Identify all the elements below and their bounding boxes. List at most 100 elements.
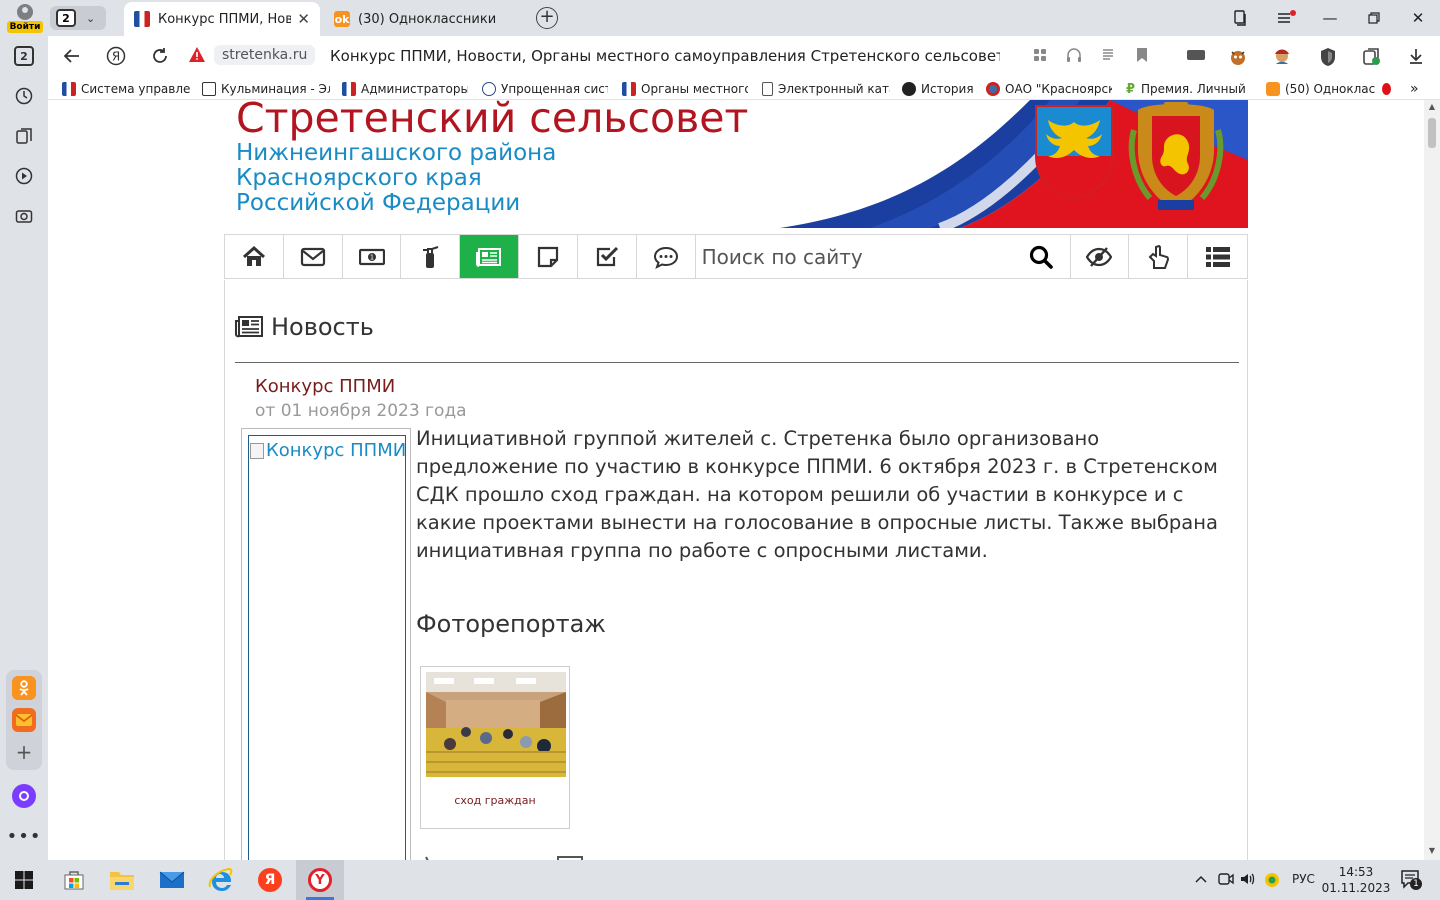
search-input[interactable] (695, 235, 1016, 278)
menu-safety[interactable] (401, 235, 461, 278)
download-icon[interactable] (1406, 47, 1426, 67)
tab-counter-button[interactable]: 2 ⌄ (50, 6, 106, 30)
menu-contacts[interactable] (284, 235, 343, 278)
menu-news[interactable] (460, 235, 520, 278)
close-tab-icon[interactable]: ✕ (297, 10, 310, 28)
reload-button[interactable] (148, 44, 172, 68)
krasnoyarsk-coat-of-arms-icon (1128, 102, 1224, 210)
internet-explorer-icon[interactable] (206, 866, 234, 894)
bookmark-item[interactable]: ОАО "Красноярск (986, 80, 1112, 98)
headphones-icon[interactable] (1064, 47, 1084, 67)
close-window-button[interactable]: ✕ (1396, 0, 1440, 36)
screenshot-icon[interactable] (14, 206, 34, 226)
scroll-down-arrow-icon[interactable]: ▼ (1428, 846, 1436, 855)
bookmark-item[interactable]: Система управлен (62, 80, 190, 98)
bookmark-item[interactable]: Администраторы (342, 80, 468, 98)
photo-thumbnail-image[interactable] (426, 672, 566, 777)
login-button[interactable]: Войти (6, 2, 44, 34)
history-icon[interactable] (14, 86, 34, 106)
shield-icon[interactable] (1318, 47, 1338, 67)
reader-mode-icon[interactable] (1098, 47, 1118, 67)
site-subtitle-line: Нижнеингашского района (236, 140, 557, 166)
vertical-scrollbar[interactable]: ▲ ▼ (1424, 100, 1440, 860)
article-date: от 01 ноября 2023 года (255, 401, 467, 421)
article-image[interactable]: Конкурс ППМИ (248, 435, 406, 860)
notifications-icon[interactable]: 1 (1400, 869, 1422, 892)
article-title[interactable]: Конкурс ППМИ (255, 376, 395, 397)
menu-icon[interactable] (1264, 0, 1308, 36)
extension-character-icon[interactable] (1272, 47, 1292, 67)
play-icon[interactable] (14, 166, 34, 186)
section-title: Новость (271, 313, 374, 341)
broken-image: Конкурс ППМИ (250, 440, 406, 461)
bookmark-red-icon[interactable] (1382, 80, 1396, 98)
new-tab-button[interactable]: + (536, 7, 558, 29)
site-search (695, 235, 1071, 278)
scrollbar-thumb[interactable] (1428, 118, 1436, 148)
menu-documents[interactable] (578, 235, 637, 278)
bookmark-item[interactable]: Упрощенная сист (482, 80, 608, 98)
user-avatar-icon (17, 4, 33, 20)
store-icon[interactable] (60, 866, 88, 894)
bookmark-item[interactable]: Органы местного (622, 80, 748, 98)
more-icon[interactable]: ••• (7, 826, 41, 847)
menu-finance[interactable]: 1 (343, 235, 402, 278)
bookmark-item[interactable]: Кульминация - Эл (202, 80, 330, 98)
screen-icon[interactable] (1186, 47, 1206, 67)
search-icon[interactable] (1028, 244, 1054, 270)
photo-report-title: Фоторепортаж (416, 610, 606, 638)
yandex-app-icon[interactable]: Y (306, 866, 334, 894)
globe-icon (482, 82, 496, 96)
extensions-icon[interactable] (1030, 47, 1050, 67)
tab-stretenka[interactable]: Конкурс ППМИ, Новос ✕ (124, 2, 320, 36)
network-status-icon[interactable] (1264, 872, 1280, 891)
bookmark-icon[interactable] (1132, 47, 1152, 67)
tray-chevron-up-icon[interactable] (1194, 872, 1208, 889)
url-page-title[interactable]: Конкурс ППМИ, Новости, Органы местного с… (330, 47, 1000, 65)
windows-start-icon[interactable] (10, 866, 38, 894)
page-viewport: Стретенский сельсовет Нижнеингашского ра… (48, 100, 1424, 860)
security-warning-icon[interactable] (188, 46, 206, 64)
url-domain[interactable]: stretenka.ru (214, 45, 316, 65)
menu-home[interactable] (225, 235, 284, 278)
photo-caption[interactable]: сход граждан (421, 794, 569, 807)
collections-icon[interactable] (1362, 47, 1382, 67)
site-title[interactable]: Стретенский сельсовет (236, 100, 748, 142)
menu-notes[interactable] (519, 235, 578, 278)
envelope-icon (300, 247, 325, 266)
restore-button[interactable] (1352, 0, 1396, 36)
tab-manager-icon[interactable] (1218, 0, 1262, 36)
alice-assistant-icon[interactable] (12, 784, 36, 808)
minimize-button[interactable]: — (1308, 0, 1352, 36)
clock[interactable]: 14:53 01.11.2023 (1318, 864, 1394, 896)
yandex-browser-icon[interactable]: Я (256, 866, 284, 894)
odnoklassniki-app-icon[interactable] (12, 676, 36, 700)
bookmark-item[interactable]: (50) Одноклас (1266, 80, 1378, 98)
meet-now-icon[interactable] (1218, 872, 1234, 889)
language-indicator[interactable]: РУС (1292, 872, 1315, 886)
file-explorer-icon[interactable] (108, 866, 136, 894)
yandex-button[interactable]: Я (104, 44, 128, 68)
scroll-up-arrow-icon[interactable]: ▲ (1428, 102, 1436, 111)
menu-login[interactable] (1129, 235, 1189, 278)
collections-icon[interactable] (14, 126, 34, 146)
bookmark-item[interactable]: История (902, 80, 974, 98)
article-body: Инициативной группой жителей с. Стретенк… (416, 427, 1218, 562)
photo-thumbnail-card[interactable]: сход граждан (420, 666, 570, 829)
tab-odnoklassniki[interactable]: ok (30) Одноклассники (324, 2, 520, 36)
mail-app-icon[interactable] (12, 708, 36, 732)
bookmark-item[interactable]: Электронный ката (762, 80, 890, 98)
tabs-badge-icon[interactable]: 2 (14, 46, 34, 66)
back-button[interactable] (60, 44, 84, 68)
mail-icon[interactable] (158, 866, 186, 894)
login-label: Войти (6, 21, 44, 33)
volume-icon[interactable] (1240, 872, 1256, 889)
add-app-icon[interactable]: + (14, 740, 34, 764)
menu-sitemap[interactable] (1188, 235, 1247, 278)
menu-feedback[interactable] (637, 235, 696, 278)
menu-accessibility[interactable] (1071, 235, 1130, 278)
building-icon (202, 82, 216, 96)
more-bookmarks-icon[interactable]: » (1410, 80, 1426, 98)
bookmark-item[interactable]: ₽ Премия. Личный (1126, 80, 1250, 98)
extension-monkey-icon[interactable] (1228, 47, 1248, 67)
